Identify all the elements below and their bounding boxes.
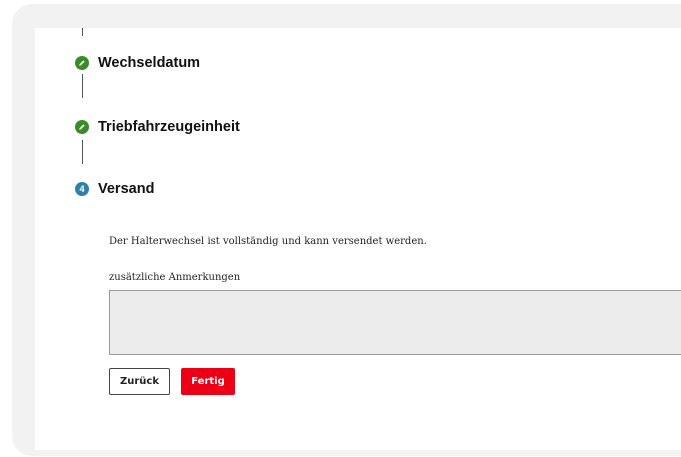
pencil-icon (75, 56, 89, 70)
notes-textarea[interactable] (109, 290, 681, 355)
pencil-icon (75, 120, 89, 134)
step-connector (82, 28, 83, 36)
notes-label: zusätzliche Anmerkungen (109, 272, 241, 283)
finish-button[interactable]: Fertig (181, 368, 235, 395)
back-button[interactable]: Zurück (109, 368, 170, 395)
step-versand[interactable]: 4 Versand (75, 181, 154, 197)
step-label: Versand (98, 181, 155, 197)
completion-message: Der Halterwechsel ist vollständig und ka… (109, 236, 427, 247)
step-label: Triebfahrzeugeinheit (98, 119, 240, 135)
step-connector (82, 74, 83, 98)
step-triebfahrzeugeinheit[interactable]: Triebfahrzeugeinheit (75, 119, 240, 135)
step-wechseldatum[interactable]: Wechseldatum (75, 55, 200, 71)
step-number-badge: 4 (75, 182, 89, 196)
step-label: Wechseldatum (98, 55, 201, 71)
step-connector (82, 140, 83, 164)
